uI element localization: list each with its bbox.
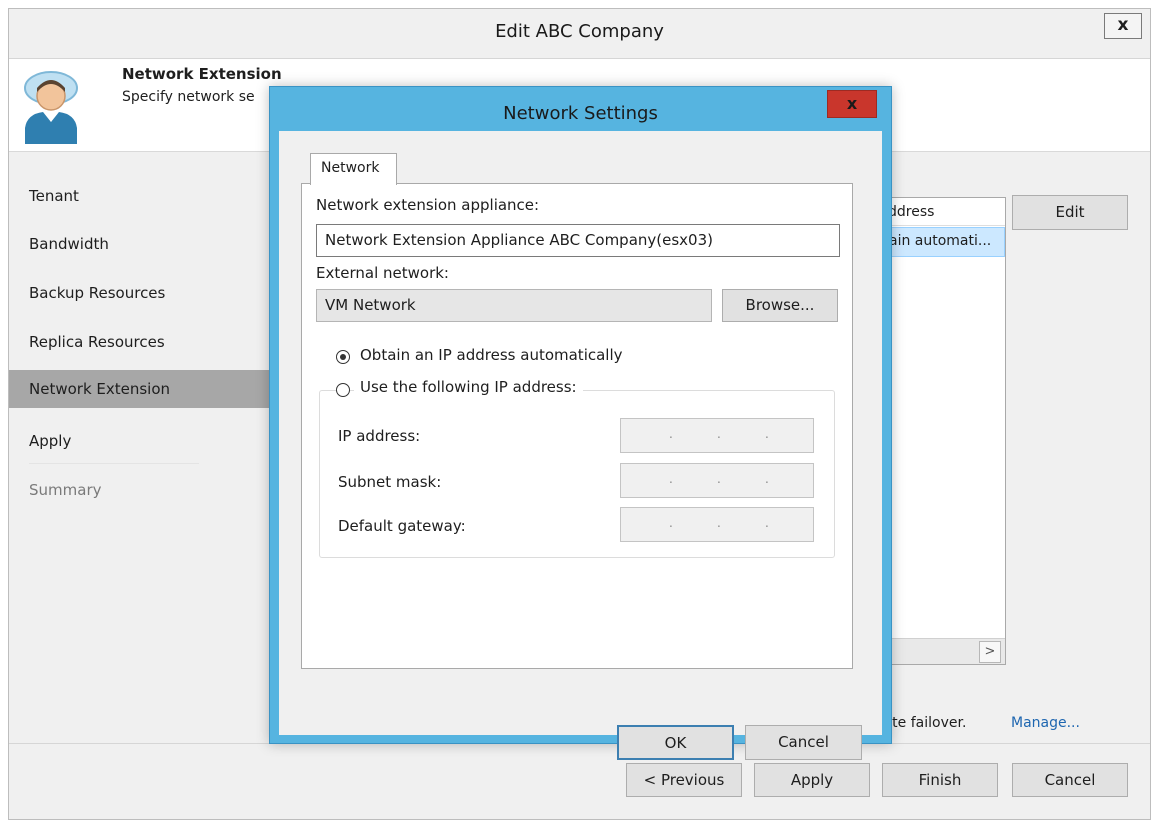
network-settings-dialog: Network Settings x Network Network exten… [269, 86, 892, 760]
page-subtitle: Specify network se [122, 89, 255, 105]
nav-step-bandwidth[interactable]: Bandwidth [9, 225, 269, 263]
dialog-body: Network Network extension appliance: Net… [279, 131, 882, 760]
radio-auto-label[interactable]: Obtain an IP address automatically [360, 346, 623, 364]
radio-manual-label[interactable]: Use the following IP address: [354, 378, 583, 396]
manage-link[interactable]: Manage... [1011, 715, 1080, 731]
network-tab-panel: Network extension appliance: Network Ext… [301, 183, 853, 669]
list-item[interactable]: ain automati... [878, 227, 1005, 257]
dialog-close-button[interactable]: x [827, 90, 877, 118]
appliance-field[interactable]: Network Extension Appliance ABC Company(… [316, 224, 840, 257]
edit-button[interactable]: Edit [1012, 195, 1128, 230]
default-gateway-label: Default gateway: [338, 517, 466, 535]
ip-address-field: ... [620, 418, 814, 453]
previous-button[interactable]: < Previous [626, 763, 742, 797]
nav-step-tenant[interactable]: Tenant [9, 177, 269, 215]
nav-step-apply[interactable]: Apply [9, 422, 269, 460]
ok-button[interactable]: OK [617, 725, 734, 760]
window-title: Edit ABC Company [495, 21, 664, 42]
nav-step-replica-resources[interactable]: Replica Resources [9, 323, 269, 361]
external-network-field: VM Network [316, 289, 712, 322]
wizard-steps-nav: Tenant Bandwidth Backup Resources Replic… [9, 152, 269, 742]
scroll-right-icon[interactable]: > [979, 641, 1001, 663]
user-cloud-icon [24, 71, 78, 144]
window-title-bar: Edit ABC Company x [9, 9, 1150, 59]
window-close-button[interactable]: x [1104, 13, 1142, 39]
ip-address-label: IP address: [338, 427, 421, 445]
nav-divider [29, 463, 199, 464]
tab-network[interactable]: Network [310, 153, 397, 185]
cancel-button[interactable]: Cancel [1012, 763, 1128, 797]
radio-use-static-ip[interactable] [336, 383, 350, 397]
appliance-list[interactable]: ddress ain automati... > [877, 197, 1006, 665]
dialog-title: Network Settings [503, 103, 658, 124]
finish-button[interactable]: Finish [882, 763, 998, 797]
list-column-header[interactable]: ddress [878, 198, 1005, 226]
radio-obtain-ip-auto[interactable] [336, 350, 350, 364]
browse-button[interactable]: Browse... [722, 289, 838, 322]
page-title: Network Extension [122, 65, 282, 83]
dialog-cancel-button[interactable]: Cancel [745, 725, 862, 760]
nav-step-network-extension[interactable]: Network Extension [9, 370, 269, 408]
subnet-mask-label: Subnet mask: [338, 473, 442, 491]
nav-step-summary: Summary [29, 481, 102, 499]
column-header-label: ddress [888, 204, 935, 220]
list-item-value: ain automati... [889, 233, 992, 249]
nav-step-backup-resources[interactable]: Backup Resources [9, 274, 269, 312]
failover-text: site failover. [881, 715, 967, 731]
external-network-label: External network: [316, 264, 449, 282]
appliance-label: Network extension appliance: [316, 196, 540, 214]
default-gateway-field: ... [620, 507, 814, 542]
horizontal-scrollbar[interactable]: > [878, 638, 1005, 664]
subnet-mask-field: ... [620, 463, 814, 498]
apply-button[interactable]: Apply [754, 763, 870, 797]
